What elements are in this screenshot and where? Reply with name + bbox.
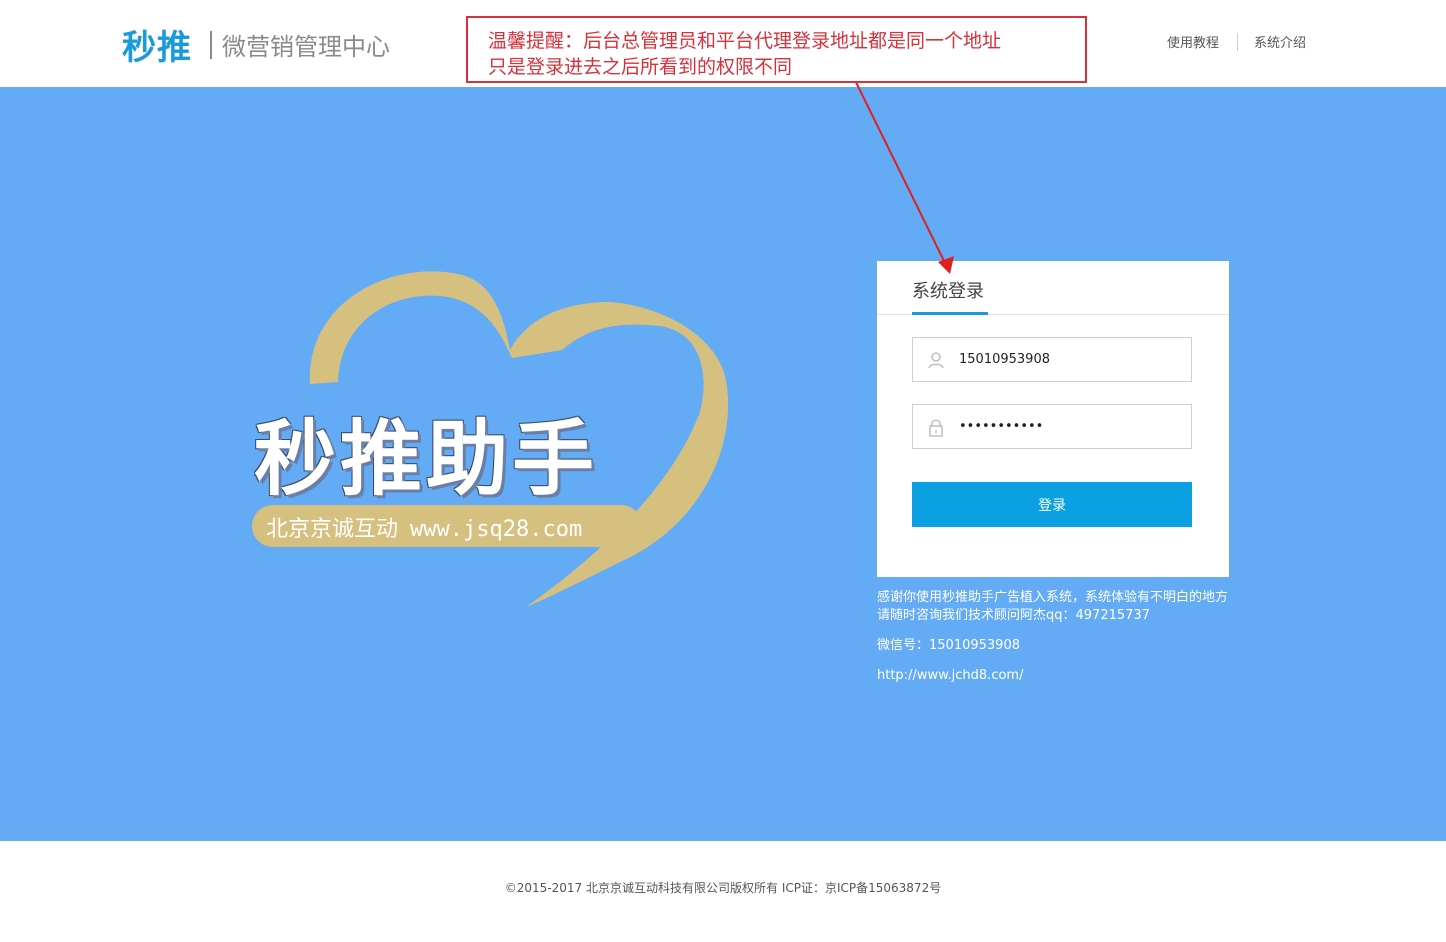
copyright-text: ©2015-2017 北京京诚互动科技有限公司版权所有 ICP证：京ICP备15… bbox=[504, 881, 942, 895]
promo-url: www.jsq28.com bbox=[410, 517, 583, 542]
lock-icon bbox=[913, 417, 959, 437]
login-card-header: 系统登录 bbox=[877, 261, 1229, 315]
notice-line-1: 温馨提醒：后台总管理员和平台代理登录地址都是同一个地址 bbox=[488, 30, 1002, 52]
top-nav: 使用教程 系统介绍 bbox=[1167, 32, 1306, 51]
promo-title: 秒推助手 bbox=[254, 412, 599, 507]
notice-line-2: 只是登录进去之后所看到的权限不同 bbox=[488, 56, 793, 78]
promo-graphic: 秒推助手 北京京诚互动 www.jsq28.com bbox=[240, 262, 740, 622]
wechat-info: 微信号：15010953908 bbox=[877, 638, 1020, 653]
login-button[interactable]: 登录 bbox=[912, 482, 1192, 527]
password-field[interactable] bbox=[912, 404, 1192, 449]
promo-company: 北京京诚互动 bbox=[266, 517, 399, 542]
user-icon bbox=[913, 351, 959, 369]
login-card: 系统登录 登录 bbox=[877, 261, 1229, 577]
notice-box: 温馨提醒：后台总管理员和平台代理登录地址都是同一个地址 只是登录进去之后所看到的… bbox=[466, 16, 1087, 83]
login-title-underline bbox=[912, 312, 988, 315]
page: 秒推 微营销管理中心 使用教程 系统介绍 秒推助手 北京京诚互动 www.jsq2… bbox=[0, 0, 1446, 942]
username-field[interactable] bbox=[912, 337, 1192, 382]
password-input[interactable] bbox=[959, 419, 1179, 434]
nav-system-intro-link[interactable]: 系统介绍 bbox=[1254, 32, 1306, 51]
footer: ©2015-2017 北京京诚互动科技有限公司版权所有 ICP证：京ICP备15… bbox=[0, 841, 1446, 942]
info-section: 感谢你使用秒推助手广告植入系统，系统体验有不明白的地方请随时咨询我们技术顾问阿杰… bbox=[877, 589, 1237, 697]
brand[interactable]: 秒推 微营销管理中心 bbox=[122, 20, 390, 69]
login-title: 系统登录 bbox=[912, 281, 984, 302]
username-input[interactable] bbox=[959, 352, 1179, 367]
nav-divider bbox=[1236, 32, 1238, 51]
nav-tutorial-link[interactable]: 使用教程 bbox=[1167, 32, 1219, 51]
brand-subtitle: 微营销管理中心 bbox=[222, 33, 390, 61]
brand-divider bbox=[210, 30, 212, 59]
support-message: 感谢你使用秒推助手广告植入系统，系统体验有不明白的地方请随时咨询我们技术顾问阿杰… bbox=[877, 590, 1229, 623]
website-link[interactable]: http://www.jchd8.com/ bbox=[877, 668, 1023, 683]
brand-logo[interactable]: 秒推 bbox=[122, 20, 192, 69]
promo-subtitle: 北京京诚互动 www.jsq28.com bbox=[266, 511, 582, 543]
